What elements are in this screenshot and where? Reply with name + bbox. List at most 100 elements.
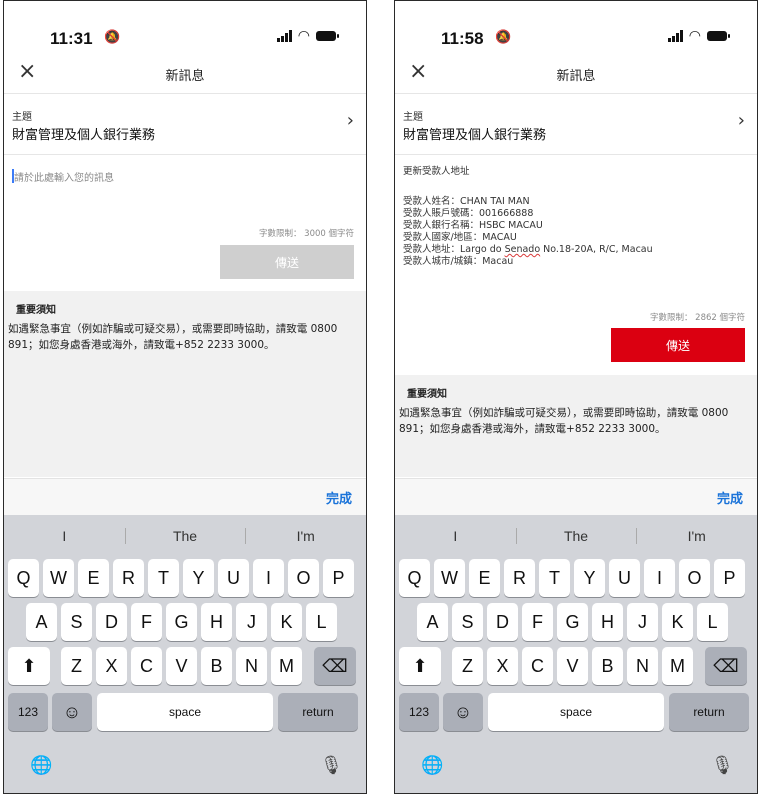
- key-g[interactable]: G: [557, 603, 588, 641]
- key-d[interactable]: D: [96, 603, 127, 641]
- key-e[interactable]: E: [78, 559, 109, 597]
- key-k[interactable]: K: [271, 603, 302, 641]
- globe-icon[interactable]: 🌐: [30, 755, 52, 776]
- space-key[interactable]: space: [488, 693, 664, 731]
- key-p[interactable]: P: [714, 559, 745, 597]
- battery-icon: [316, 31, 339, 41]
- key-o[interactable]: O: [679, 559, 710, 597]
- suggestion-item[interactable]: I: [395, 521, 516, 551]
- message-input[interactable]: 請於此處輸入您的訊息: [14, 169, 114, 184]
- done-button[interactable]: 完成: [717, 488, 743, 507]
- key-y[interactable]: Y: [574, 559, 605, 597]
- done-button[interactable]: 完成: [326, 488, 352, 507]
- key-h[interactable]: H: [201, 603, 232, 641]
- key-u[interactable]: U: [218, 559, 249, 597]
- key-u[interactable]: U: [609, 559, 640, 597]
- key-h[interactable]: H: [592, 603, 623, 641]
- message-line: 受款人銀行名稱：HSBC MACAU: [403, 220, 543, 231]
- keyboard-toolbar: 完成: [4, 478, 366, 515]
- subject-row[interactable]: 主題 財富管理及個人銀行業務 ›: [4, 94, 366, 155]
- status-icons: ◠: [667, 29, 730, 43]
- key-w[interactable]: W: [43, 559, 74, 597]
- key-l[interactable]: L: [697, 603, 728, 641]
- char-count: 字數限制： 3000 個字符: [258, 229, 354, 239]
- subject-row[interactable]: 主題 財富管理及個人銀行業務 ›: [395, 94, 757, 155]
- key-r[interactable]: R: [113, 559, 144, 597]
- return-key[interactable]: return: [669, 693, 749, 731]
- key-q[interactable]: Q: [8, 559, 39, 597]
- key-e[interactable]: E: [469, 559, 500, 597]
- key-i[interactable]: I: [644, 559, 675, 597]
- key-v[interactable]: V: [557, 647, 588, 685]
- microphone-icon[interactable]: 🎙: [320, 755, 343, 776]
- key-l[interactable]: L: [306, 603, 337, 641]
- suggestion-item[interactable]: The: [515, 521, 637, 551]
- numbers-key[interactable]: 123: [8, 693, 48, 731]
- key-g[interactable]: G: [166, 603, 197, 641]
- key-n[interactable]: N: [627, 647, 658, 685]
- message-line-address: 受款人地址：Largo do Senado No.18-20A, R/C, Ma…: [403, 244, 653, 256]
- key-f[interactable]: F: [131, 603, 162, 641]
- key-c[interactable]: C: [522, 647, 553, 685]
- key-j[interactable]: J: [236, 603, 267, 641]
- key-k[interactable]: K: [662, 603, 693, 641]
- key-w[interactable]: W: [434, 559, 465, 597]
- key-j[interactable]: J: [627, 603, 658, 641]
- chevron-right-icon: ›: [346, 110, 354, 131]
- key-v[interactable]: V: [166, 647, 197, 685]
- key-y[interactable]: Y: [183, 559, 214, 597]
- key-d[interactable]: D: [487, 603, 518, 641]
- emoji-key[interactable]: ☺: [443, 693, 483, 731]
- key-z[interactable]: Z: [61, 647, 92, 685]
- battery-icon: [707, 31, 730, 41]
- shift-key[interactable]: ⬆: [8, 647, 50, 685]
- globe-icon[interactable]: 🌐: [421, 755, 443, 776]
- keyboard: I The I'm Q W E R T Y U I O P A S D F G …: [395, 515, 757, 793]
- key-x[interactable]: X: [487, 647, 518, 685]
- suggestion-item[interactable]: I: [4, 521, 125, 551]
- send-button[interactable]: 傳送: [611, 328, 745, 362]
- subject-value: 財富管理及個人銀行業務: [403, 128, 547, 143]
- key-a[interactable]: A: [26, 603, 57, 641]
- key-i[interactable]: I: [253, 559, 284, 597]
- shift-key[interactable]: ⬆: [399, 647, 441, 685]
- emoji-key[interactable]: ☺: [52, 693, 92, 731]
- key-b[interactable]: B: [201, 647, 232, 685]
- return-key[interactable]: return: [278, 693, 358, 731]
- key-t[interactable]: T: [539, 559, 570, 597]
- key-b[interactable]: B: [592, 647, 623, 685]
- notice-title: 重要須知: [16, 305, 56, 316]
- message-input[interactable]: 更新受款人地址 受款人姓名：CHAN TAI MAN 受款人賬戶號碼：00166…: [403, 166, 653, 268]
- key-f[interactable]: F: [522, 603, 553, 641]
- key-c[interactable]: C: [131, 647, 162, 685]
- phone-screen-right: 11:58 🔕 ◠ × 新訊息 主題 財富管理及個人銀行業務 › 更新受款人地址…: [394, 0, 758, 794]
- key-m[interactable]: M: [662, 647, 693, 685]
- microphone-icon[interactable]: 🎙: [711, 755, 734, 776]
- misspelled-word[interactable]: Senado: [505, 244, 541, 255]
- message-heading: 更新受款人地址: [403, 166, 470, 177]
- backspace-key[interactable]: ⌫: [705, 647, 747, 685]
- suggestion-item[interactable]: The: [124, 521, 246, 551]
- key-p[interactable]: P: [323, 559, 354, 597]
- key-s[interactable]: S: [452, 603, 483, 641]
- suggestion-item[interactable]: I'm: [636, 521, 757, 551]
- backspace-key[interactable]: ⌫: [314, 647, 356, 685]
- key-s[interactable]: S: [61, 603, 92, 641]
- key-m[interactable]: M: [271, 647, 302, 685]
- numbers-key[interactable]: 123: [399, 693, 439, 731]
- key-t[interactable]: T: [148, 559, 179, 597]
- suggestion-item[interactable]: I'm: [245, 521, 366, 551]
- key-n[interactable]: N: [236, 647, 267, 685]
- key-z[interactable]: Z: [452, 647, 483, 685]
- space-key[interactable]: space: [97, 693, 273, 731]
- send-button[interactable]: 傳送: [220, 245, 354, 279]
- key-o[interactable]: O: [288, 559, 319, 597]
- key-q[interactable]: Q: [399, 559, 430, 597]
- key-x[interactable]: X: [96, 647, 127, 685]
- key-r[interactable]: R: [504, 559, 535, 597]
- important-notice: 重要須知 如遇緊急事宜（例如詐騙或可疑交易），或需要即時協助，請致電 0800 …: [395, 375, 757, 477]
- page-title: 新訊息: [165, 69, 205, 84]
- subject-label: 主題: [403, 112, 423, 123]
- wifi-icon: ◠: [297, 28, 310, 44]
- key-a[interactable]: A: [417, 603, 448, 641]
